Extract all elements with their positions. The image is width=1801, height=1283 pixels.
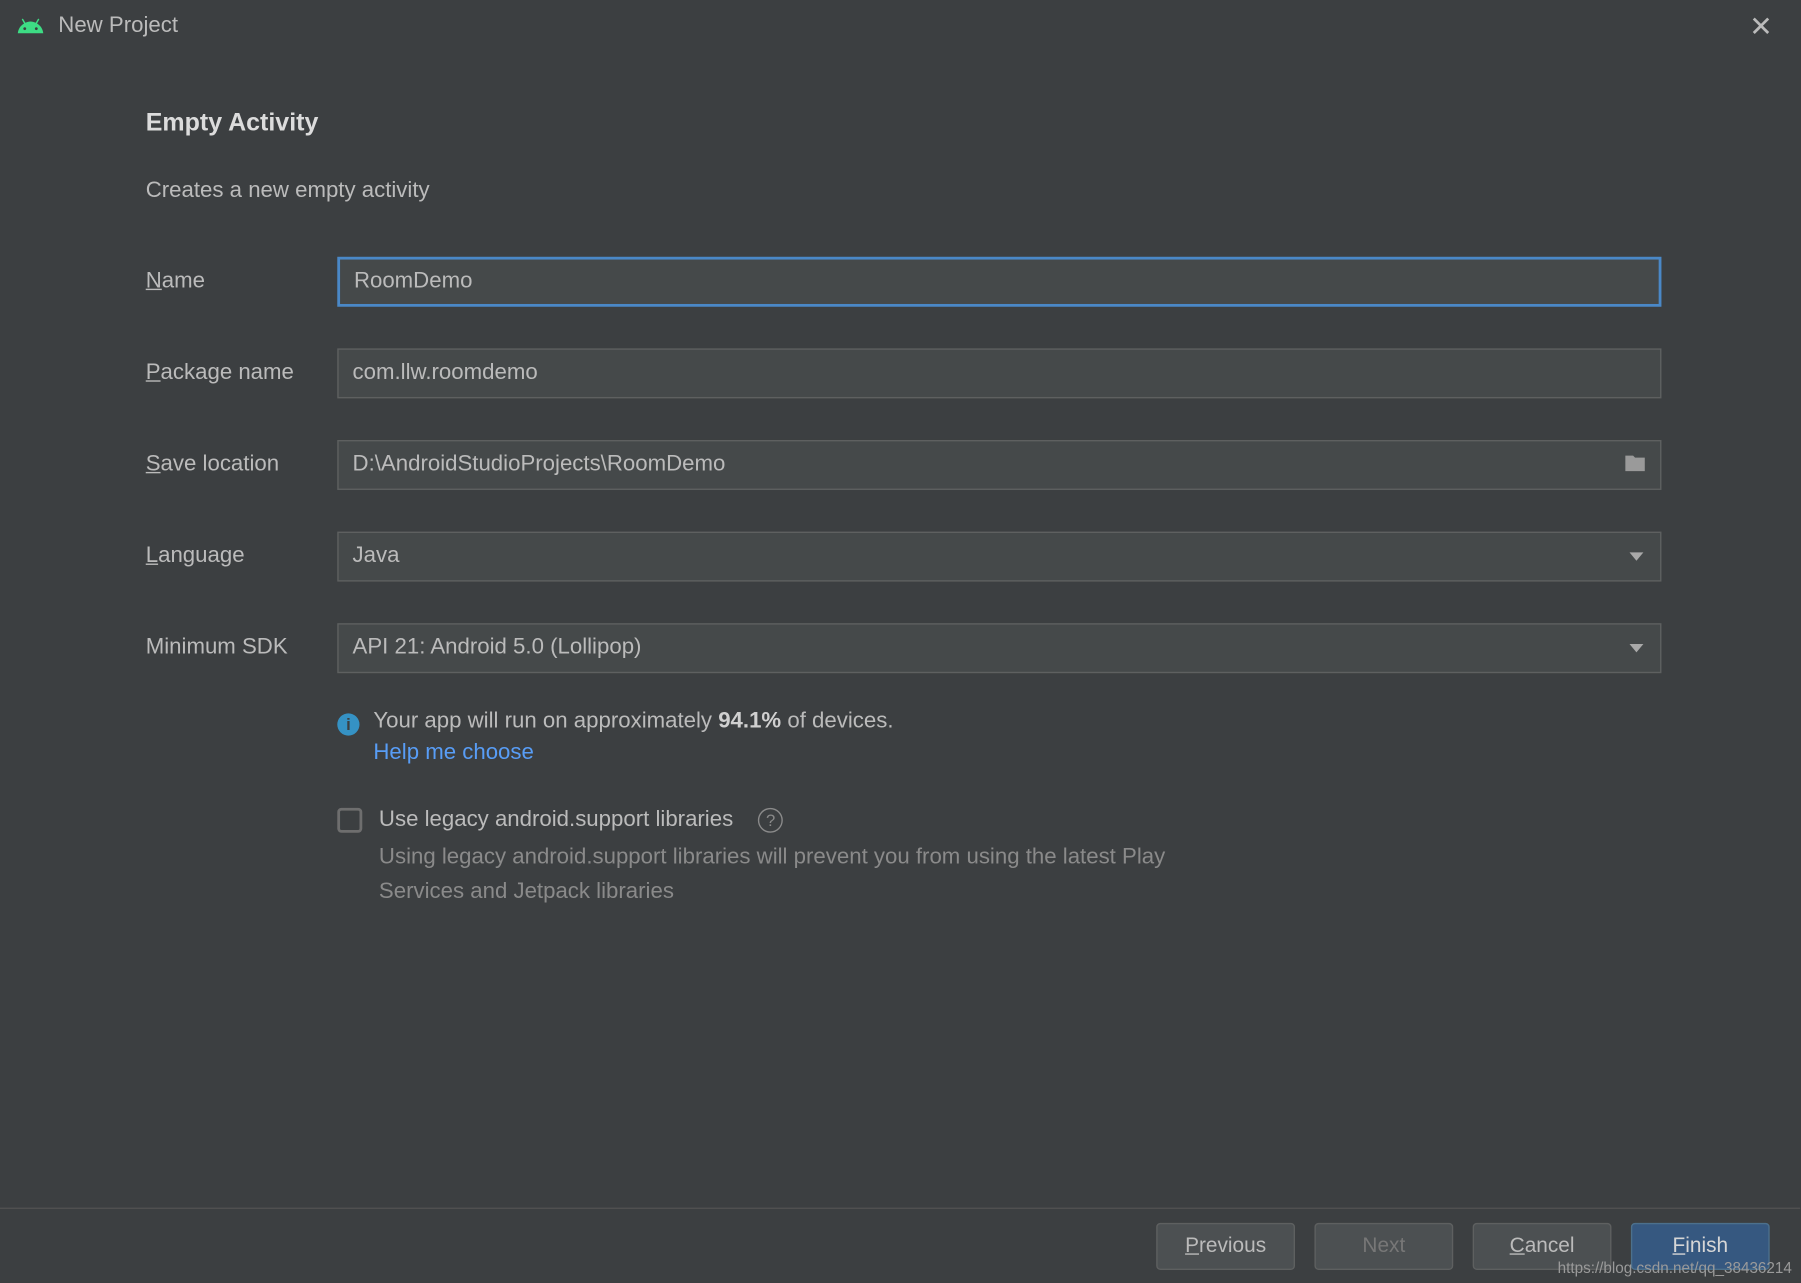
legacy-checkbox-label: Use legacy android.support libraries	[379, 808, 733, 833]
save-location-input[interactable]	[337, 440, 1661, 490]
folder-browse-icon[interactable]	[1623, 452, 1648, 478]
row-language: Language Java	[146, 532, 1662, 582]
legacy-description: Using legacy android.support libraries w…	[379, 841, 1184, 910]
help-me-choose-link[interactable]: Help me choose	[373, 741, 1661, 766]
dialog-content: Empty Activity Creates a new empty activ…	[0, 53, 1800, 910]
android-icon	[17, 12, 45, 40]
page-title: Empty Activity	[146, 108, 1662, 137]
close-icon[interactable]: ✕	[1738, 3, 1783, 49]
minimum-sdk-select[interactable]: API 21: Android 5.0 (Lollipop)	[337, 623, 1661, 673]
row-minimum-sdk: Minimum SDK API 21: Android 5.0 (Lollipo…	[146, 623, 1662, 673]
coverage-text: Your app will run on approximately 94.1%…	[373, 709, 893, 734]
row-save-location: Save location	[146, 440, 1662, 490]
label-save-location: Save location	[146, 452, 338, 477]
device-coverage-info: i Your app will run on approximately 94.…	[337, 709, 1661, 766]
label-package: Package name	[146, 361, 338, 386]
dialog-footer: Previous Next Cancel Finish	[0, 1208, 1800, 1283]
help-icon[interactable]: ?	[758, 808, 783, 833]
legacy-libraries-block: Use legacy android.support libraries ? U…	[337, 808, 1661, 910]
row-name: Name	[146, 257, 1662, 307]
label-minimum-sdk: Minimum SDK	[146, 636, 338, 661]
chevron-down-icon	[1630, 644, 1644, 652]
page-subtitle: Creates a new empty activity	[146, 179, 1662, 204]
title-bar: New Project ✕	[0, 0, 1800, 53]
language-select[interactable]: Java	[337, 532, 1661, 582]
legacy-checkbox[interactable]	[337, 808, 362, 833]
window-title: New Project	[58, 14, 178, 39]
chevron-down-icon	[1630, 552, 1644, 560]
watermark: https://blog.csdn.net/qq_38436214	[1558, 1260, 1792, 1277]
minimum-sdk-value: API 21: Android 5.0 (Lollipop)	[353, 636, 642, 661]
next-button[interactable]: Next	[1314, 1222, 1453, 1269]
label-language: Language	[146, 544, 338, 569]
row-package: Package name	[146, 348, 1662, 398]
language-value: Java	[353, 544, 400, 569]
package-input[interactable]	[337, 348, 1661, 398]
label-name: Name	[146, 269, 338, 294]
previous-button[interactable]: Previous	[1156, 1222, 1295, 1269]
info-icon: i	[337, 713, 359, 735]
name-input[interactable]	[337, 257, 1661, 307]
